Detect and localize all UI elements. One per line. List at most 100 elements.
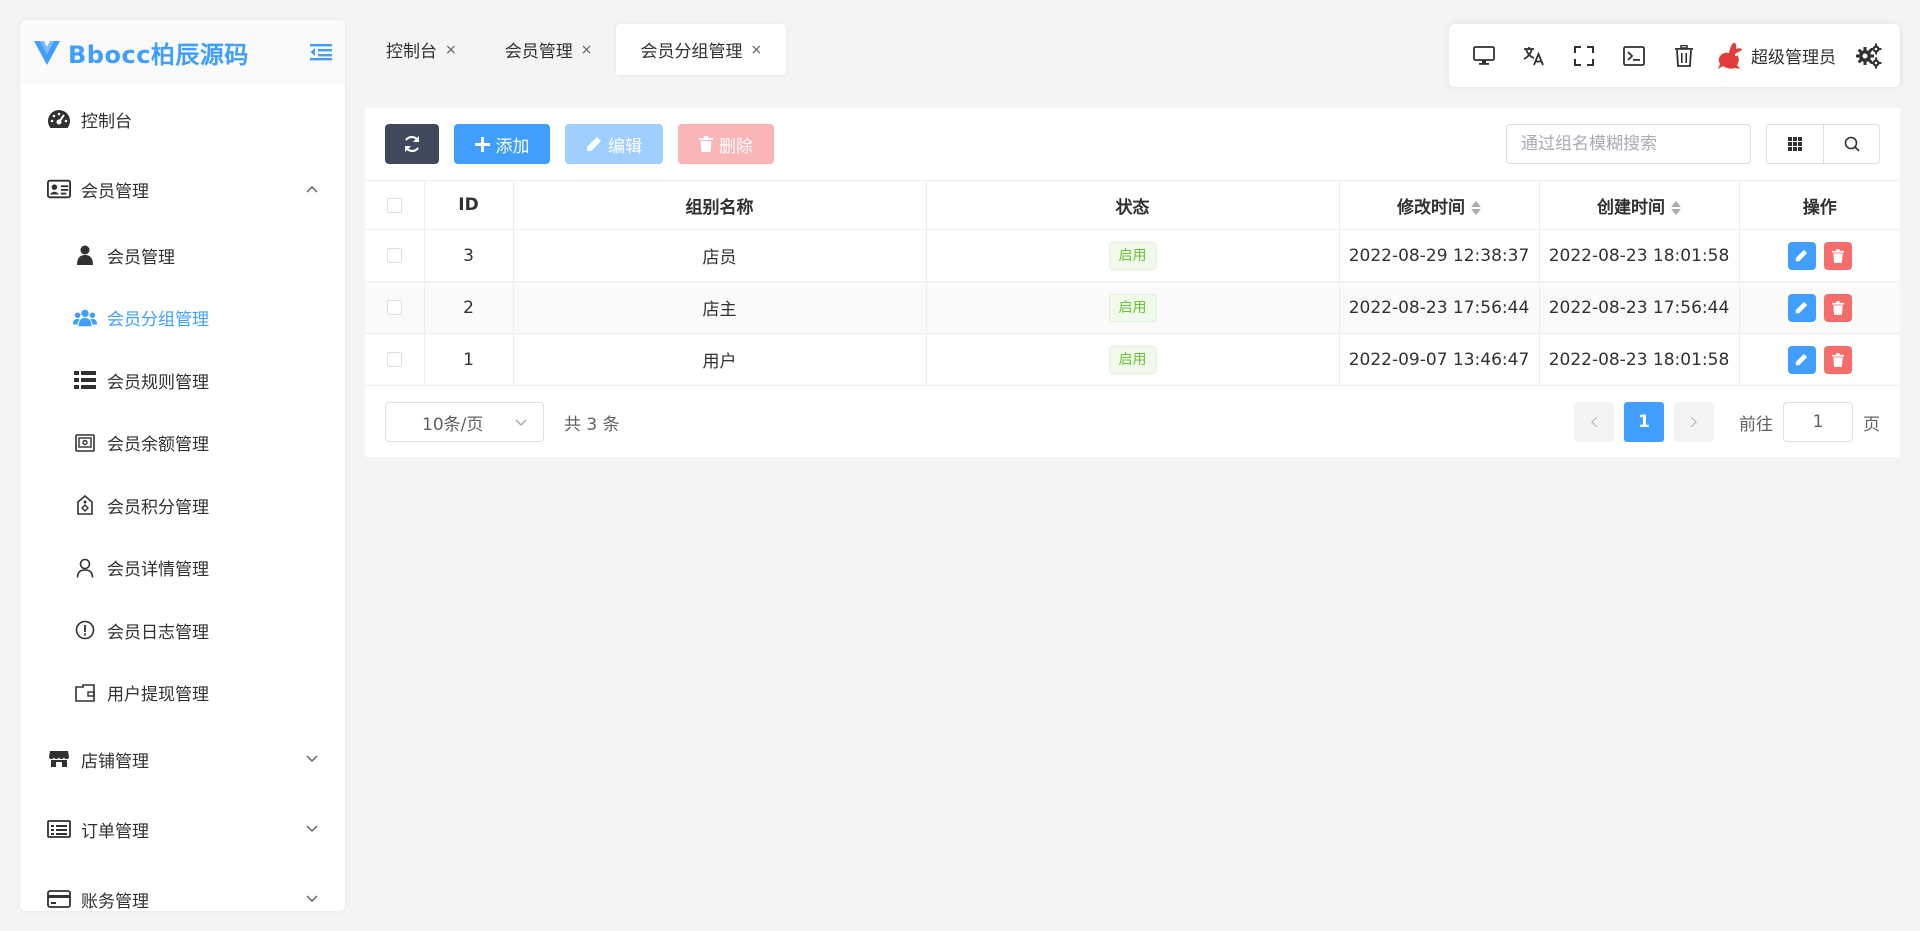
edit-button-label: 编辑 [608,136,642,157]
row-delete-button[interactable] [1823,241,1852,270]
row-edit-button[interactable] [1787,345,1816,374]
trash-icon [1831,352,1844,367]
close-icon[interactable]: × [750,42,762,58]
row-select-cell [365,229,425,282]
sidebar-item-label: 会员积分管理 [107,497,209,518]
settings-gears-icon[interactable] [1854,41,1884,71]
sidebar-item-order-management[interactable]: 订单管理 [20,794,345,864]
row-checkbox[interactable] [386,300,402,315]
person-outline-icon [73,556,97,580]
tab-member-management[interactable]: 会员管理 × [481,24,617,75]
sidebar-item-label: 会员日志管理 [107,622,209,643]
cell-name: 店员 [513,229,927,282]
pencil-icon [1796,353,1808,366]
trash-icon [699,136,713,152]
prev-page-button[interactable] [1574,402,1614,442]
cell-status: 启用 [926,281,1340,334]
fullscreen-icon[interactable] [1559,31,1609,81]
sidebar-item-withdrawal[interactable]: 用户提现管理 [20,662,345,725]
user-menu[interactable]: 超级管理员 [1715,41,1836,71]
close-icon[interactable]: × [581,42,593,58]
column-header-name: 组别名称 [513,180,927,230]
sidebar-item-label: 店铺管理 [81,751,149,772]
row-edit-button[interactable] [1787,241,1816,270]
sidebar-item-member-logs[interactable]: 会员日志管理 [20,599,345,662]
refresh-button[interactable] [385,124,439,164]
tab-member-group-management[interactable]: 会员分组管理 × [616,24,787,75]
row-select-cell [365,333,425,386]
nav-tabs: 控制台 × 会员管理 × 会员分组管理 × [362,24,787,75]
chevron-down-icon [305,752,319,766]
column-header-status: 状态 [926,180,1340,230]
cell-updated: 2022-08-29 12:38:37 [1339,229,1540,282]
search-input[interactable] [1506,124,1751,164]
sidebar-item-label: 会员管理 [81,181,149,202]
next-page-button[interactable] [1674,402,1714,442]
page-number-button[interactable]: 1 [1624,402,1664,442]
sidebar-item-label: 会员规则管理 [107,372,209,393]
add-button[interactable]: 添加 [454,124,550,164]
sidebar-item-member-details[interactable]: 会员详情管理 [20,537,345,600]
sort-icon[interactable] [1471,200,1481,216]
close-icon[interactable]: × [445,42,457,58]
trash-icon[interactable] [1659,31,1709,81]
pencil-icon [1796,301,1808,314]
trash-icon [1831,248,1844,263]
chevron-up-icon [305,182,319,196]
cell-created: 2022-08-23 17:56:44 [1539,281,1740,334]
cell-status: 启用 [926,333,1340,386]
column-header-updated[interactable]: 修改时间 [1339,180,1540,230]
monitor-icon[interactable] [1459,31,1509,81]
chevron-down-icon [515,412,527,432]
edit-button[interactable]: 编辑 [565,124,663,164]
row-delete-button[interactable] [1823,293,1852,322]
cell-created: 2022-08-23 18:01:58 [1539,333,1740,386]
terminal-icon[interactable] [1609,31,1659,81]
pencil-icon [1796,249,1808,262]
grid-icon[interactable] [1767,125,1823,163]
sidebar-item-store-management[interactable]: 店铺管理 [20,724,345,794]
goto-suffix: 页 [1863,414,1880,435]
select-all-cell [365,180,425,230]
sidebar-item-member-management[interactable]: 会员管理 [20,154,345,224]
delete-button[interactable]: 删除 [678,124,774,164]
row-delete-button[interactable] [1823,345,1852,374]
page-size-value: 10条/页 [422,414,484,435]
sidebar-item-label: 订单管理 [81,821,149,842]
status-badge: 启用 [1108,345,1157,374]
sidebar-item-finance-management[interactable]: 账务管理 [20,864,345,911]
table-row: 3 店员 启用 2022-08-29 12:38:37 2022-08-23 1… [365,229,1900,282]
search-icon[interactable] [1823,125,1879,163]
sidebar-item-member[interactable]: 会员管理 [20,224,345,287]
collapse-menu-icon[interactable] [309,40,333,64]
sidebar-item-label: 账务管理 [81,891,149,912]
sidebar-item-member-points[interactable]: 会员积分管理 [20,474,345,537]
row-checkbox[interactable] [386,352,402,367]
tab-dashboard[interactable]: 控制台 × [362,24,481,75]
chevron-left-icon [1590,416,1598,428]
column-header-created[interactable]: 创建时间 [1539,180,1740,230]
points-tag-icon [73,493,97,517]
sidebar-item-dashboard[interactable]: 控制台 [20,84,345,154]
sidebar-item-member-balance[interactable]: 会员余额管理 [20,412,345,475]
cell-status: 启用 [926,229,1340,282]
goto-page-input[interactable] [1783,402,1853,442]
sidebar-menu: 控制台 会员管理 会员管理 会员分组管理 会员规则管理 会员余额管理 会员积分管… [20,84,345,911]
sidebar: Bbocc柏辰源码 控制台 会员管理 会员管理 会员分组管理 会员规则管理 会员… [20,20,345,911]
order-list-icon [47,817,71,841]
cell-updated: 2022-08-23 17:56:44 [1339,281,1540,334]
row-select-cell [365,281,425,334]
sidebar-item-member-group[interactable]: 会员分组管理 [20,287,345,350]
page-size-select[interactable]: 10条/页 [385,402,544,442]
row-checkbox[interactable] [386,248,402,263]
row-edit-button[interactable] [1787,293,1816,322]
sort-icon[interactable] [1671,200,1681,216]
status-badge: 启用 [1108,293,1157,322]
column-header-updated-label: 修改时间 [1397,197,1465,218]
pagination: 10条/页 共 3 条 1 前往 页 [365,386,1900,458]
sidebar-item-member-rules[interactable]: 会员规则管理 [20,349,345,412]
dashboard-icon [47,107,71,131]
select-all-checkbox[interactable] [386,197,402,213]
translate-icon[interactable] [1509,31,1559,81]
folder-icon [73,681,97,705]
